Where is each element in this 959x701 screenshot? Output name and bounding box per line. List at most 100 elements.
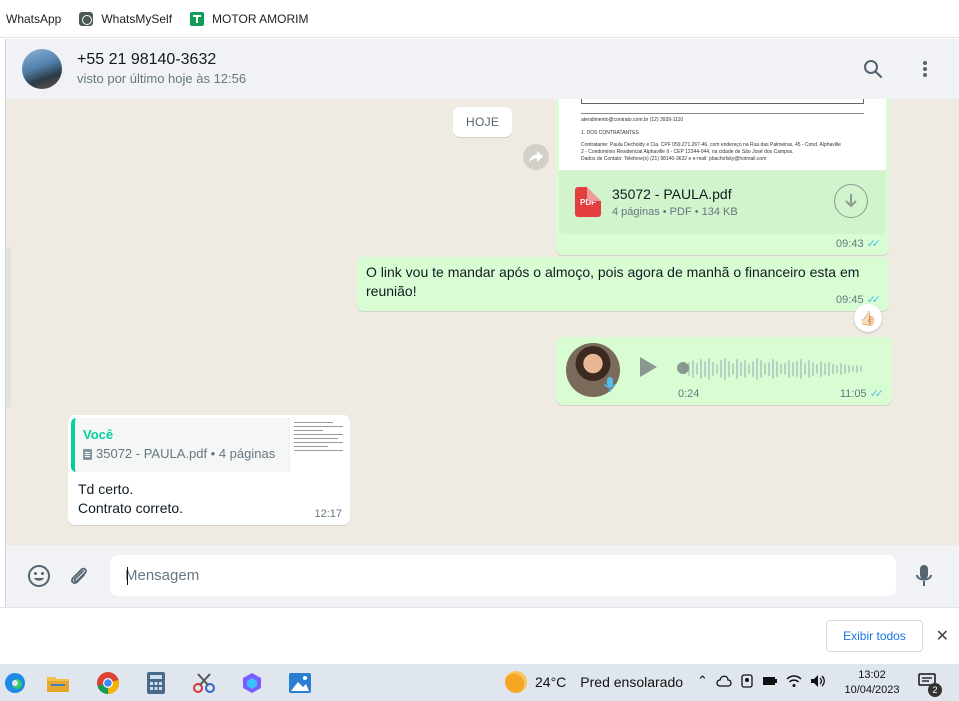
meet-icon[interactable] xyxy=(740,674,754,688)
bookmark-label: WhatsMySelf xyxy=(101,11,173,26)
message-input[interactable] xyxy=(110,555,896,596)
message-meta: 09:45 ✓✓ xyxy=(836,293,881,307)
header-actions xyxy=(861,57,937,81)
download-shelf: Exibir todos ✕ xyxy=(0,607,959,664)
contact-last-seen: visto por último hoje às 12:56 xyxy=(77,71,247,86)
photos-icon xyxy=(289,672,311,693)
menu-button[interactable] xyxy=(913,57,937,81)
waveform-bar xyxy=(844,364,846,374)
download-button[interactable] xyxy=(834,184,868,218)
voice-message[interactable]: 0:24 11:05 ✓✓ xyxy=(556,337,892,405)
volume-icon[interactable] xyxy=(810,674,826,688)
document-icon xyxy=(83,448,92,460)
preview-box xyxy=(581,99,864,104)
taskbar-file-explorer[interactable] xyxy=(38,664,78,701)
waveform-bar xyxy=(860,366,862,372)
reaction-badge[interactable]: 👍🏻 xyxy=(854,304,882,332)
waveform-bar xyxy=(852,366,854,372)
pdf-file-name: 35072 - PAULA.pdf xyxy=(612,186,732,202)
waveform-bar xyxy=(760,360,762,378)
waveform-bar xyxy=(732,363,734,375)
reply-text: Td certo. Contrato correto. xyxy=(71,472,347,518)
pdf-file-row[interactable]: PDF 35072 - PAULA.pdf 4 páginas • PDF • … xyxy=(559,170,886,234)
taskbar-clock[interactable]: 13:02 10/04/2023 xyxy=(838,668,906,698)
waveform-bar xyxy=(724,358,726,380)
preview-text: 1. DOS CONTRATANTES xyxy=(581,130,639,136)
chat-header[interactable]: +55 21 98140-3632 visto por último hoje … xyxy=(5,39,959,99)
bookmark-motor-amorim[interactable]: MOTOR AMORIM xyxy=(190,11,309,26)
search-icon xyxy=(864,60,883,79)
search-button[interactable] xyxy=(861,57,885,81)
waveform-bar xyxy=(788,360,790,378)
bookmark-label: MOTOR AMORIM xyxy=(212,11,309,26)
clock-time: 13:02 xyxy=(858,669,886,681)
bookmark-whatsmyself[interactable]: WhatsMySelf xyxy=(79,11,173,26)
reply-message[interactable]: Você 35072 - PAULA.pdf • 4 páginas Td ce… xyxy=(68,415,350,525)
waveform-bar xyxy=(800,359,802,379)
waveform-bar xyxy=(768,362,770,376)
emoji-button[interactable] xyxy=(26,563,52,589)
contact-avatar[interactable] xyxy=(22,49,62,89)
download-icon xyxy=(845,194,857,208)
taskbar-snipping-tool[interactable] xyxy=(184,664,224,701)
pdf-message[interactable]: atendimento@contrato.com.br (12) 3939-11… xyxy=(556,99,889,255)
bookmark-whatsapp[interactable]: WhatsApp xyxy=(6,12,61,26)
panel-edge xyxy=(6,247,11,407)
cloud-icon[interactable] xyxy=(716,675,732,687)
date-separator: HOJE xyxy=(453,107,513,137)
wifi-icon[interactable] xyxy=(786,674,802,688)
notification-count: 2 xyxy=(928,683,942,697)
contact-info[interactable]: +55 21 98140-3632 visto por último hoje … xyxy=(77,50,246,88)
forward-button[interactable] xyxy=(523,144,549,170)
audio-scrubber[interactable] xyxy=(677,362,689,374)
waveform-bar xyxy=(752,361,754,377)
text-message[interactable]: O link vou te mandar após o almoço, pois… xyxy=(357,257,889,311)
weather-widget[interactable]: 24°C Pred ensolarado xyxy=(505,671,683,693)
preview-text: atendimento@contrato.com.br (12) 3939-11… xyxy=(581,117,684,123)
play-button[interactable] xyxy=(640,357,657,377)
waveform-bar xyxy=(836,365,838,373)
taskbar-chrome[interactable] xyxy=(88,664,128,701)
waveform-bar xyxy=(820,361,822,377)
read-ticks-icon: ✓✓ xyxy=(866,238,882,250)
pdf-icon-label: PDF xyxy=(580,197,596,207)
pdf-preview[interactable]: atendimento@contrato.com.br (12) 3939-11… xyxy=(559,99,886,170)
waveform-bar xyxy=(784,363,786,375)
pdf-file-icon: PDF xyxy=(575,187,601,217)
chrome-icon xyxy=(97,671,119,694)
contact-name: +55 21 98140-3632 xyxy=(77,51,217,68)
voice-record-button[interactable] xyxy=(911,563,937,589)
show-all-downloads-button[interactable]: Exibir todos xyxy=(826,620,923,652)
hexagon-app-icon xyxy=(243,672,261,693)
message-meta: 12:17 xyxy=(314,508,342,520)
quoted-message[interactable]: Você 35072 - PAULA.pdf • 4 páginas xyxy=(71,418,347,472)
waveform-bar xyxy=(840,363,842,375)
taskbar-copilot[interactable] xyxy=(232,664,272,701)
waveform-bar xyxy=(736,359,738,379)
close-download-shelf-icon[interactable]: ✕ xyxy=(936,626,949,646)
sun-icon xyxy=(505,671,527,693)
waveform-bar xyxy=(720,360,722,378)
text-caret xyxy=(127,567,128,585)
waveform-bar xyxy=(848,365,850,373)
message-time: 09:45 xyxy=(836,293,864,306)
taskbar-edge-app[interactable] xyxy=(0,664,30,701)
preview-text: 2 - Condomínio Residencial Alphaville II… xyxy=(581,149,794,155)
emoji-icon xyxy=(28,565,50,587)
attach-button[interactable] xyxy=(66,563,92,589)
sheets-icon xyxy=(190,11,205,26)
notification-center-button[interactable]: 2 xyxy=(918,673,942,697)
mic-icon xyxy=(604,377,616,396)
taskbar-calculator[interactable] xyxy=(136,664,176,701)
message-text: O link vou te mandar após o almoço, pois… xyxy=(366,264,860,299)
taskbar-photos[interactable] xyxy=(280,664,320,701)
waveform-bar xyxy=(744,360,746,378)
battery-plug-icon[interactable] xyxy=(762,675,778,687)
waveform-bar xyxy=(828,362,830,376)
clock-date: 10/04/2023 xyxy=(844,684,900,696)
chat-messages[interactable]: HOJE atendimento@contrato.com.br (12) 39… xyxy=(5,99,959,545)
message-composer xyxy=(5,545,959,607)
audio-waveform[interactable] xyxy=(680,357,868,381)
waveform-bar xyxy=(728,361,730,377)
chevron-up-icon[interactable]: ⌃ xyxy=(697,673,708,689)
